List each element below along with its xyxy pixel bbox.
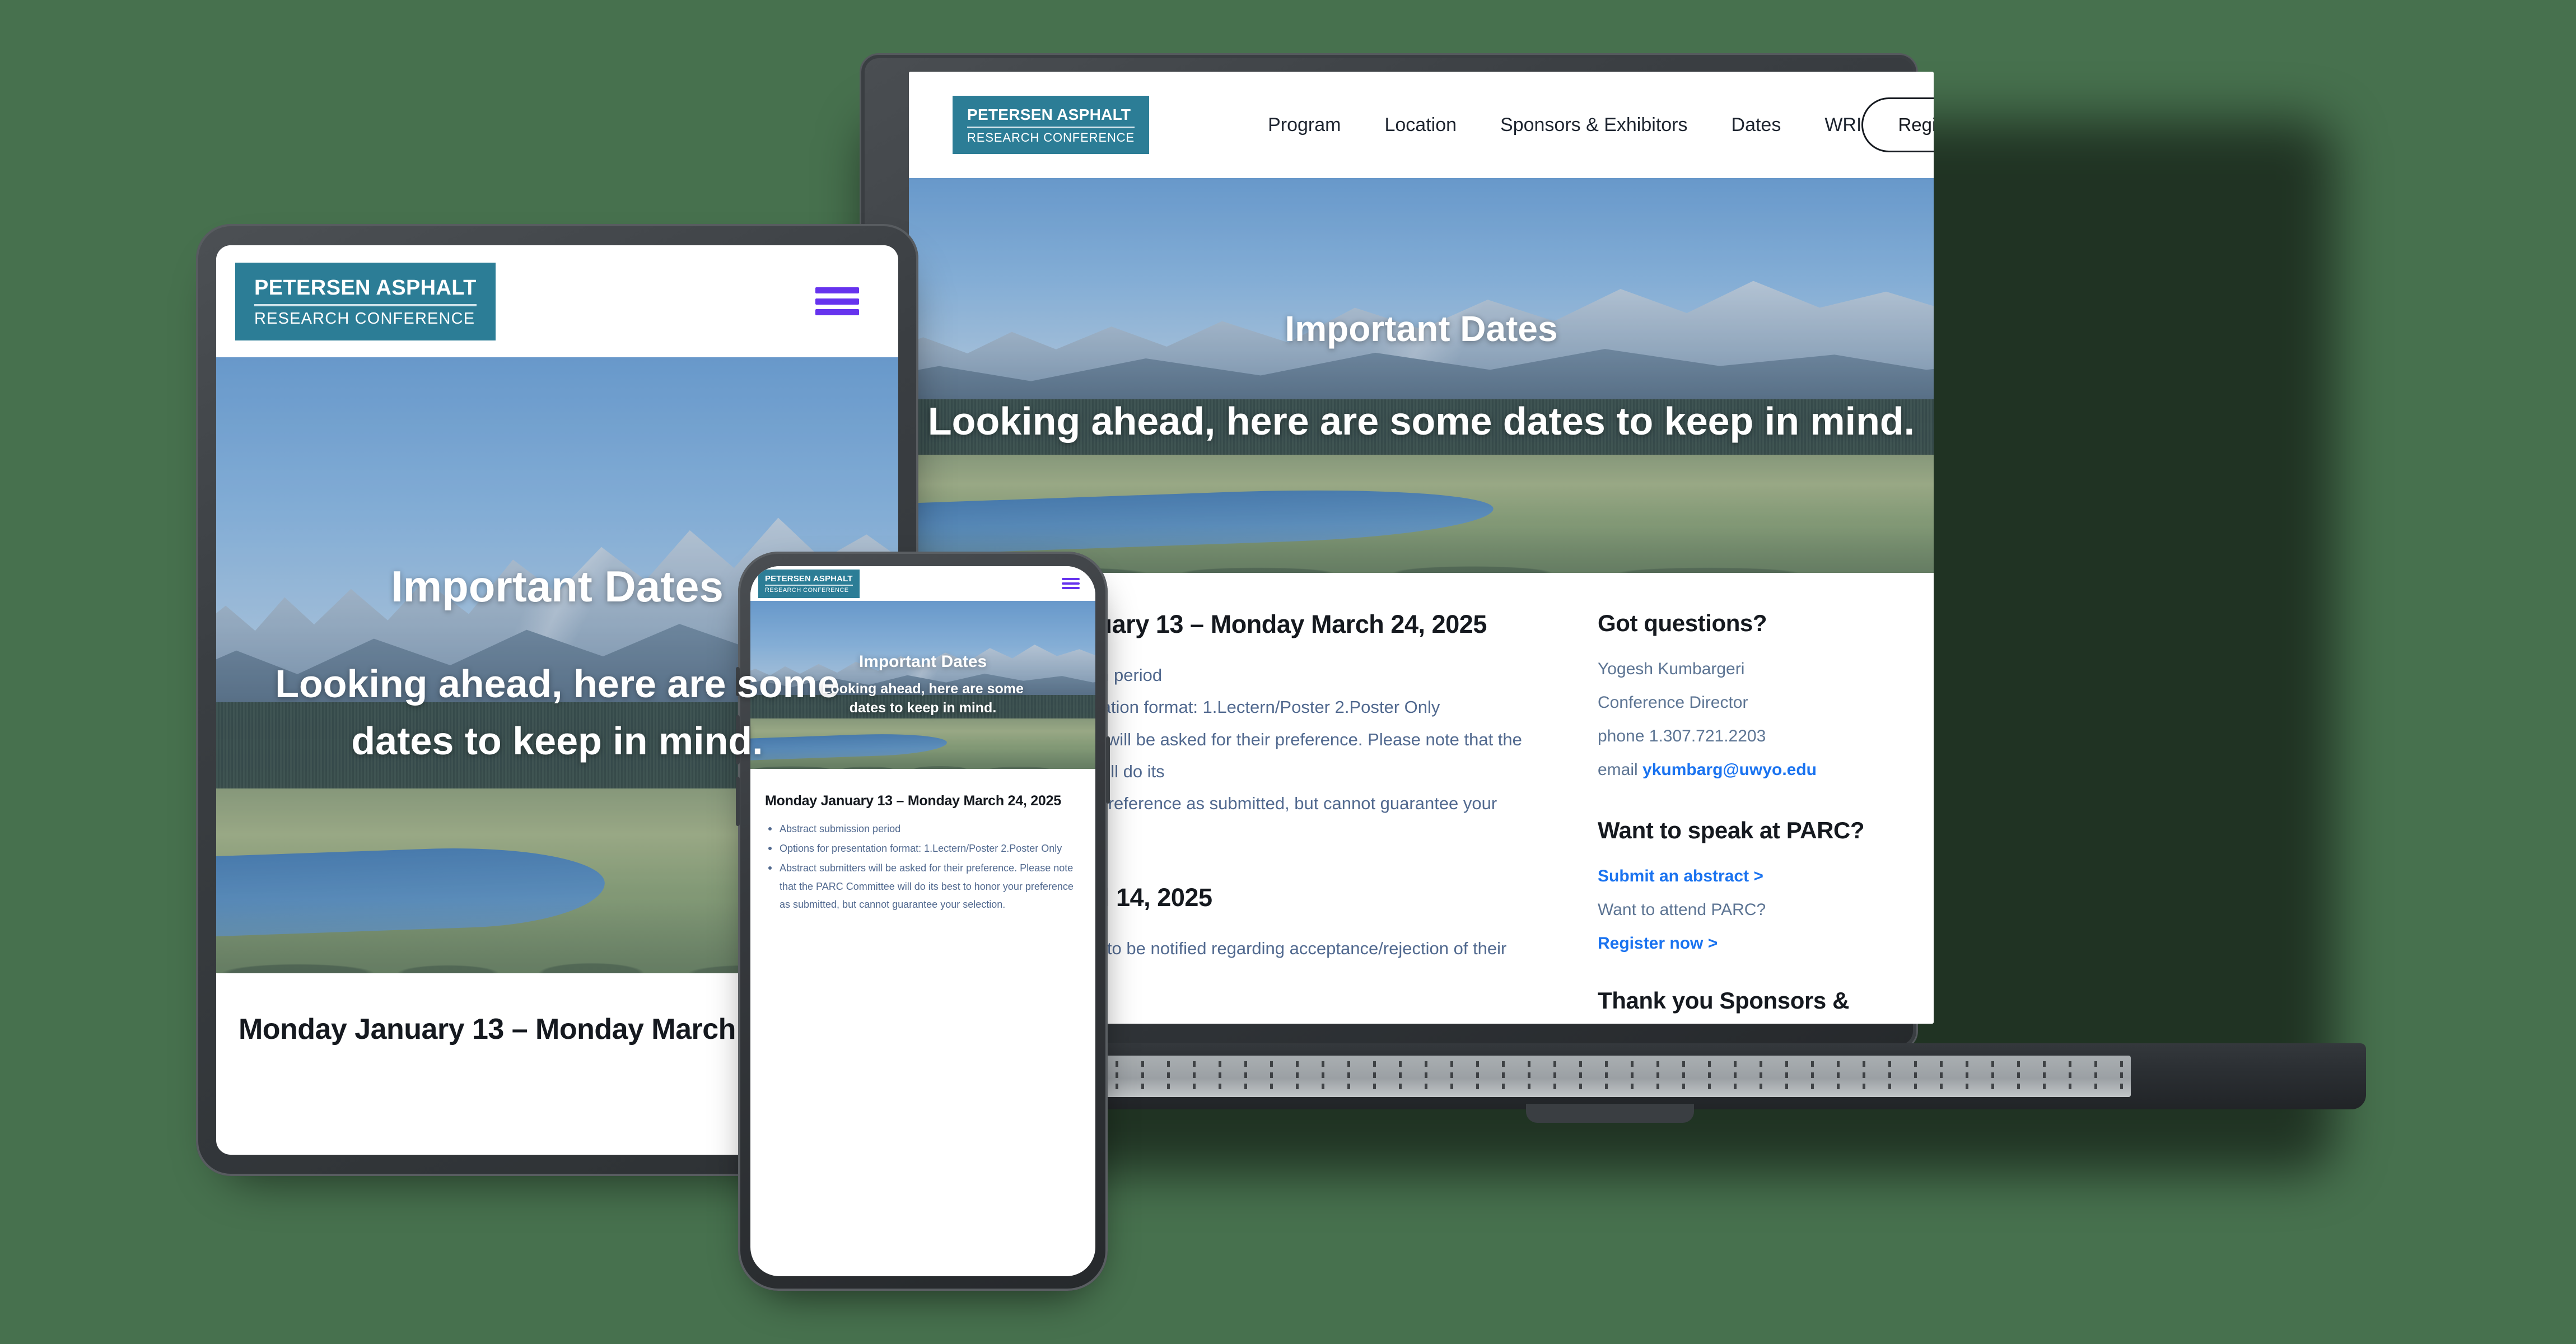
- site-logo[interactable]: PETERSEN ASPHALT RESEARCH CONFERENCE: [235, 262, 496, 340]
- keyboard-row: [1064, 1072, 2131, 1078]
- hero-subtitle: Looking ahead, here are some dates to ke…: [822, 680, 1024, 716]
- keyboard-row: [1064, 1084, 2131, 1089]
- logo-divider: [254, 304, 477, 306]
- logo-line-1: PETERSEN ASPHALT: [254, 276, 477, 300]
- laptop-navbar: PETERSEN ASPHALT RESEARCH CONFERENCE Pro…: [909, 72, 1934, 178]
- tablet-navbar: PETERSEN ASPHALT RESEARCH CONFERENCE: [216, 245, 898, 357]
- hamburger-icon[interactable]: [815, 287, 859, 315]
- contact-sidebar: Got questions? Yogesh Kumbargeri Confere…: [1598, 610, 1889, 1024]
- logo-divider: [967, 127, 1135, 128]
- nav-item-location[interactable]: Location: [1384, 114, 1457, 136]
- laptop-keyboard: [1064, 1056, 2131, 1097]
- laptop-base-notch: [1526, 1104, 1694, 1123]
- speak-heading: Want to speak at PARC?: [1598, 817, 1865, 843]
- laptop-hero-banner: Important Dates Looking ahead, here are …: [909, 178, 1934, 573]
- hamburger-bar: [815, 298, 859, 305]
- hero-title: Important Dates: [391, 562, 724, 611]
- site-logo[interactable]: PETERSEN ASPHALT RESEARCH CONFERENCE: [953, 96, 1150, 154]
- hero-subtitle: Looking ahead, here are some dates to ke…: [927, 399, 1915, 443]
- questions-heading: Got questions?: [1598, 610, 1767, 636]
- email-label: email: [1598, 760, 1643, 779]
- hero-text-block: Important Dates Looking ahead, here are …: [750, 601, 1095, 769]
- hamburger-bar: [815, 287, 859, 293]
- hero-text-block: Important Dates Looking ahead, here are …: [909, 178, 1934, 573]
- hamburger-bar: [1062, 587, 1080, 589]
- hamburger-bar: [815, 309, 859, 315]
- hero-title: Important Dates: [1285, 308, 1558, 349]
- register-button[interactable]: Register: [1861, 97, 1934, 152]
- attend-question: Want to attend PARC?: [1598, 900, 1766, 919]
- contact-phone: phone 1.307.721.2203: [1598, 727, 1766, 745]
- contact-block: Yogesh Kumbargeri Conference Director ph…: [1598, 652, 1889, 787]
- primary-nav: Program Location Sponsors & Exhibitors D…: [1268, 114, 1861, 136]
- nav-item-program[interactable]: Program: [1268, 114, 1341, 136]
- nav-item-sponsors[interactable]: Sponsors & Exhibitors: [1500, 114, 1688, 136]
- hamburger-bar: [1062, 582, 1080, 585]
- phone-power-button[interactable]: [1106, 736, 1110, 804]
- hamburger-bar: [1062, 578, 1080, 580]
- phone-hero-banner: Important Dates Looking ahead, here are …: [750, 601, 1095, 769]
- nav-item-dates[interactable]: Dates: [1732, 114, 1781, 136]
- contact-email-row: email ykumbarg@uwyo.edu: [1598, 753, 1889, 787]
- logo-line-2: RESEARCH CONFERENCE: [254, 309, 475, 328]
- email-link[interactable]: ykumbarg@uwyo.edu: [1642, 760, 1817, 779]
- register-now-link[interactable]: Register now >: [1598, 927, 1889, 960]
- hamburger-icon[interactable]: [1062, 578, 1080, 589]
- device-mockup-stage: PETERSEN ASPHALT RESEARCH CONFERENCE Pro…: [0, 0, 2576, 1344]
- submit-abstract-link[interactable]: Submit an abstract >: [1598, 860, 1889, 893]
- keyboard-row: [1064, 1061, 2131, 1067]
- contact-title: Conference Director: [1598, 693, 1748, 712]
- thanks-heading: Thank you Sponsors &: [1598, 987, 1849, 1014]
- logo-line-2: RESEARCH CONFERENCE: [967, 130, 1135, 144]
- nav-item-wri[interactable]: WRI: [1824, 114, 1861, 136]
- contact-name: Yogesh Kumbargeri: [1598, 660, 1745, 678]
- hero-title: Important Dates: [858, 652, 987, 671]
- logo-line-1: PETERSEN ASPHALT: [967, 106, 1131, 123]
